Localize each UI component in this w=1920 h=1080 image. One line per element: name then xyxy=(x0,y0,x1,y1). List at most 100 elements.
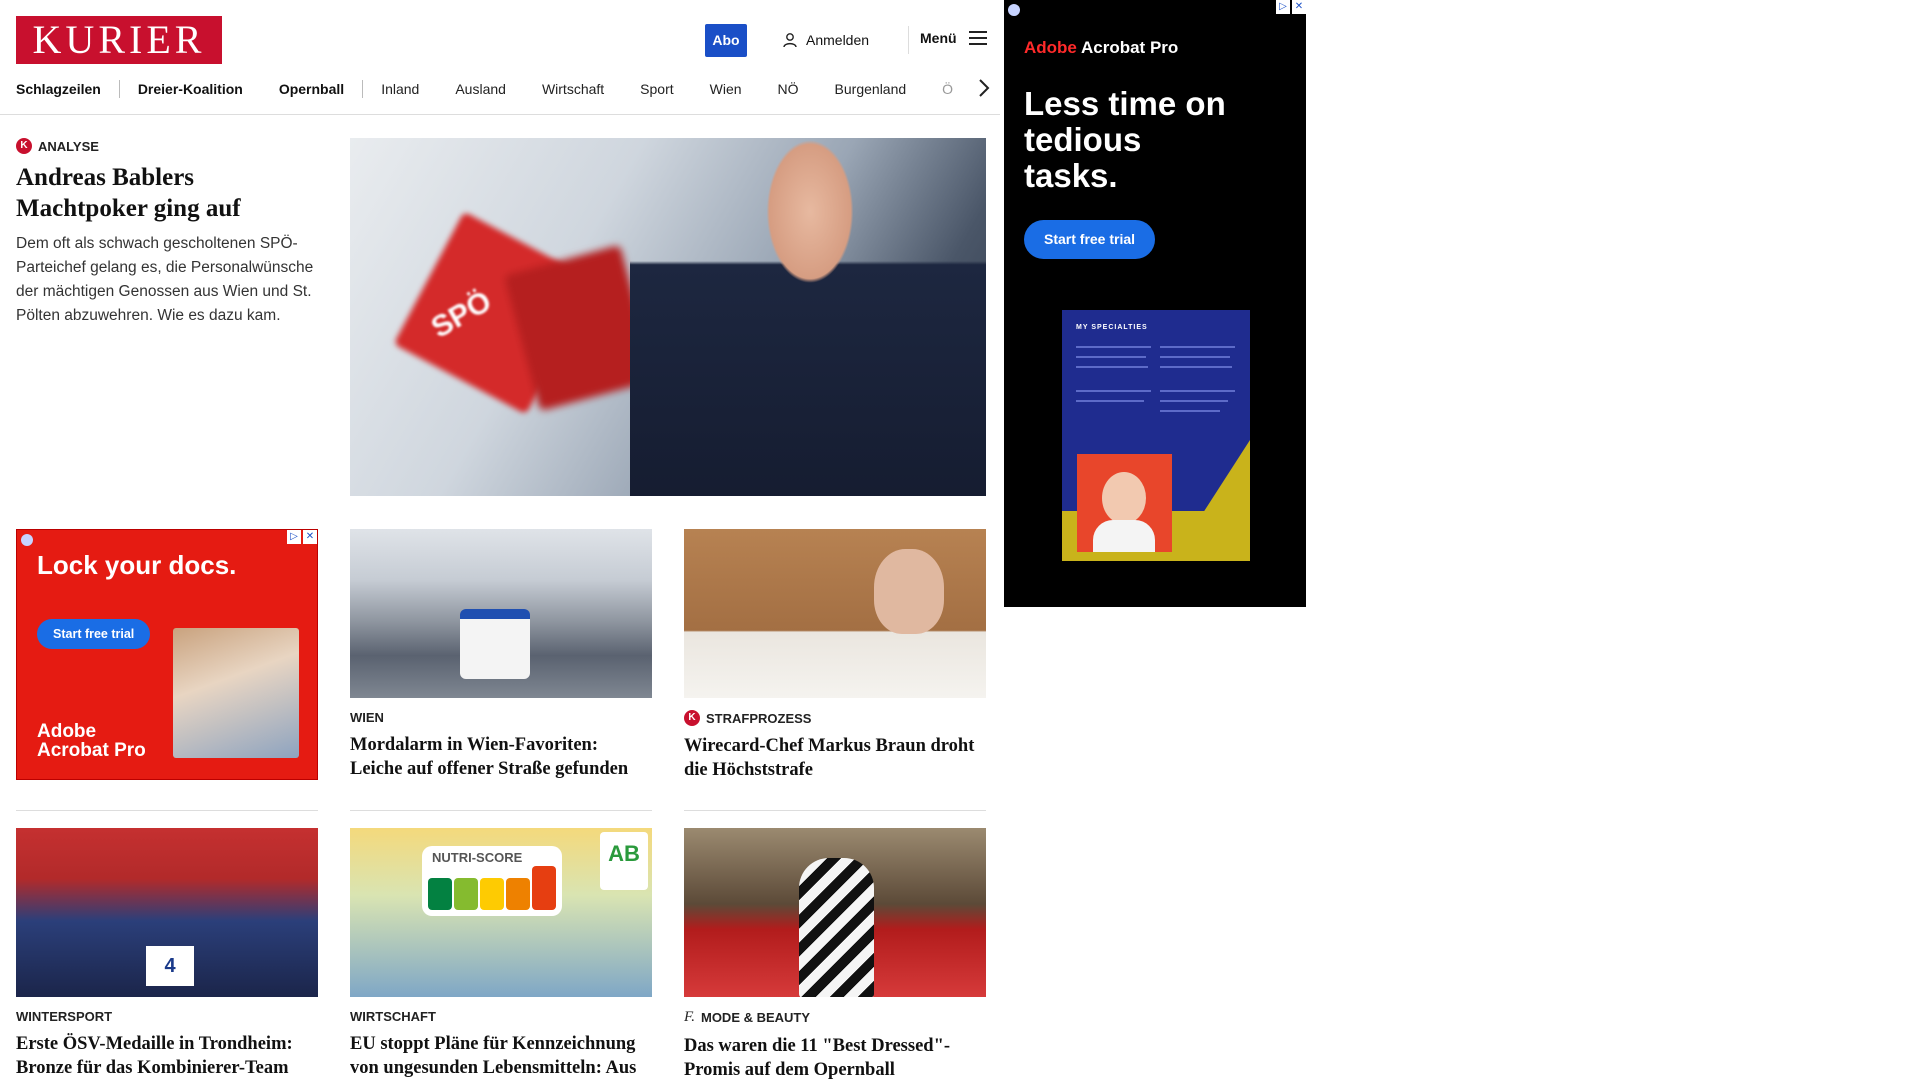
ad-controls: ▷ ✕ xyxy=(1276,0,1306,14)
doc-text-line xyxy=(1076,390,1151,392)
nav-item-wien[interactable]: Wien xyxy=(692,81,760,97)
article-kicker-label: WIRTSCHAFT xyxy=(350,1009,436,1024)
nav-item-sport[interactable]: Sport xyxy=(622,81,691,97)
doc-text-line xyxy=(1160,390,1235,392)
ad-headline: Less time on tedious tasks. xyxy=(1024,85,1226,194)
police-car xyxy=(460,609,530,679)
article-headline[interactable]: Wirecard-Chef Markus Braun droht die Höc… xyxy=(684,734,986,782)
article-headline[interactable]: EU stoppt Pläne für Kennzeichnung von un… xyxy=(350,1032,652,1080)
ad-skyscraper-acrobat[interactable]: ▷ ✕ Adobe Acrobat Pro Less time on tedio… xyxy=(1004,0,1306,607)
nutri-score-label: NUTRI-SCORE xyxy=(422,846,562,916)
doc-text-line xyxy=(1076,346,1151,348)
article-card[interactable]: f. MODE & BEAUTY Das waren die 11 "Best … xyxy=(684,828,986,1080)
nav-item-opernball[interactable]: Opernball xyxy=(261,81,362,97)
nutri-score-title: NUTRI-SCORE xyxy=(432,850,523,865)
nav-item-ooe[interactable]: Ö xyxy=(924,81,971,97)
ad-start-trial-button[interactable]: Start free trial xyxy=(1024,220,1156,259)
nav-item-wirtschaft[interactable]: Wirtschaft xyxy=(524,81,622,97)
doc-text-line xyxy=(1160,400,1228,402)
ad-info-icon[interactable]: ▷ xyxy=(287,530,301,544)
nav-item-noe[interactable]: NÖ xyxy=(760,81,817,97)
ad-brand-line-2: Acrobat Pro xyxy=(37,740,146,761)
politician-figure xyxy=(630,138,986,496)
lead-headline[interactable]: Andreas Bablers Machtpoker ging auf xyxy=(16,162,316,224)
article-card[interactable]: NUTRI-SCORE AB WIRTSCHAFT EU stoppt Plän… xyxy=(350,828,652,1080)
doc-text-line xyxy=(1160,346,1235,348)
article-card[interactable]: K STRAFPROZESS Wirecard-Chef Markus Brau… xyxy=(684,529,986,782)
ad-people-image xyxy=(173,628,299,758)
user-icon xyxy=(783,33,797,48)
nav-item-ausland[interactable]: Ausland xyxy=(437,81,524,97)
adchoices-icon[interactable] xyxy=(1008,4,1020,16)
article-kicker: K STRAFPROZESS xyxy=(684,710,986,726)
chevron-right-icon xyxy=(979,79,990,97)
row-divider xyxy=(684,810,986,811)
article-kicker-label: STRAFPROZESS xyxy=(706,710,812,726)
nutri-grade-a xyxy=(428,878,452,910)
bio-label: AB xyxy=(600,832,648,890)
nav-item-schlagzeilen[interactable]: Schlagzeilen xyxy=(16,81,119,97)
nav-item-dreier-koalition[interactable]: Dreier-Koalition xyxy=(120,81,261,97)
article-kicker-label: MODE & BEAUTY xyxy=(700,1010,811,1025)
lead-kicker-label: ANALYSE xyxy=(38,138,99,154)
lead-story[interactable]: K ANALYSE Andreas Bablers Machtpoker gin… xyxy=(16,138,316,328)
ad-document-preview: MY SPECIALTIES xyxy=(1062,310,1250,561)
doc-portrait xyxy=(1077,454,1172,552)
lead-photo[interactable]: SPÖ xyxy=(350,138,986,496)
article-card[interactable]: WIEN Mordalarm in Wien-Favoriten: Leiche… xyxy=(350,529,652,781)
article-headline[interactable]: Mordalarm in Wien-Favoriten: Leiche auf … xyxy=(350,733,652,781)
ad-close-icon[interactable]: ✕ xyxy=(303,530,317,544)
doc-text-line xyxy=(1160,356,1230,358)
portrait-shirt xyxy=(1093,520,1155,552)
kurier-logo[interactable]: KURIER xyxy=(16,16,222,64)
article-kicker: f. MODE & BEAUTY xyxy=(684,1009,986,1026)
menu-button[interactable]: Menü xyxy=(920,30,987,46)
header-divider xyxy=(908,26,909,54)
article-photo[interactable] xyxy=(684,828,986,997)
nav-item-inland[interactable]: Inland xyxy=(363,81,437,97)
kurier-plus-icon: K xyxy=(16,138,32,154)
freizeit-icon: f. xyxy=(684,1009,695,1025)
abo-button[interactable]: Abo xyxy=(705,24,747,57)
login-button[interactable]: Anmelden xyxy=(782,30,869,50)
article-photo[interactable] xyxy=(684,529,986,698)
doc-text-line xyxy=(1160,366,1232,368)
guest-figure xyxy=(799,858,874,997)
row-divider xyxy=(16,810,318,811)
nav-scroll-right-button[interactable] xyxy=(972,76,996,100)
article-photo[interactable]: NUTRI-SCORE AB xyxy=(350,828,652,997)
portrait-face xyxy=(1102,472,1146,524)
article-headline[interactable]: Erste ÖSV-Medaille in Trondheim: Bronze … xyxy=(16,1032,318,1080)
ad-brand-line-1: Adobe xyxy=(37,721,97,742)
site-header: KURIER Abo Anmelden Menü Schlagzeilen Dr… xyxy=(0,0,1000,115)
ad-controls: ▷ ✕ xyxy=(287,530,317,544)
kurier-plus-icon: K xyxy=(684,710,700,726)
login-label: Anmelden xyxy=(806,32,870,48)
hamburger-icon xyxy=(968,31,987,45)
ad-info-icon[interactable]: ▷ xyxy=(1276,0,1290,14)
doc-text-line xyxy=(1076,366,1148,368)
ad-brand-adobe: Adobe xyxy=(1024,38,1077,57)
lead-kicker: K ANALYSE xyxy=(16,138,316,154)
ski-bib: 4 xyxy=(146,946,194,986)
article-headline[interactable]: Das waren die 11 "Best Dressed"-Promis a… xyxy=(684,1034,986,1080)
ad-brand-product: Acrobat Pro xyxy=(1080,38,1179,57)
nav-item-burgenland[interactable]: Burgenland xyxy=(817,81,925,97)
article-kicker-label: WIEN xyxy=(350,710,384,725)
article-card[interactable]: 4 WINTERSPORT Erste ÖSV-Medaille in Tron… xyxy=(16,828,318,1080)
defendant-figure xyxy=(874,549,944,634)
article-kicker: WIRTSCHAFT xyxy=(350,1009,652,1024)
nutri-grade-e xyxy=(532,866,556,910)
article-photo[interactable]: 4 xyxy=(16,828,318,997)
ad-close-icon[interactable]: ✕ xyxy=(1292,0,1306,14)
ad-headline: Lock your docs. xyxy=(37,550,237,580)
article-kicker-label: WINTERSPORT xyxy=(16,1009,113,1024)
article-kicker: WIEN xyxy=(350,710,652,725)
nutri-grade-d xyxy=(506,878,530,910)
adchoices-icon[interactable] xyxy=(21,534,33,546)
ad-banner-lock-docs[interactable]: ▷ ✕ Lock your docs. Start free trial Ado… xyxy=(16,529,318,780)
ad-brand: Adobe Acrobat Pro xyxy=(37,722,146,760)
menu-label: Menü xyxy=(920,30,957,46)
ad-start-trial-button[interactable]: Start free trial xyxy=(37,619,151,649)
article-photo[interactable] xyxy=(350,529,652,698)
